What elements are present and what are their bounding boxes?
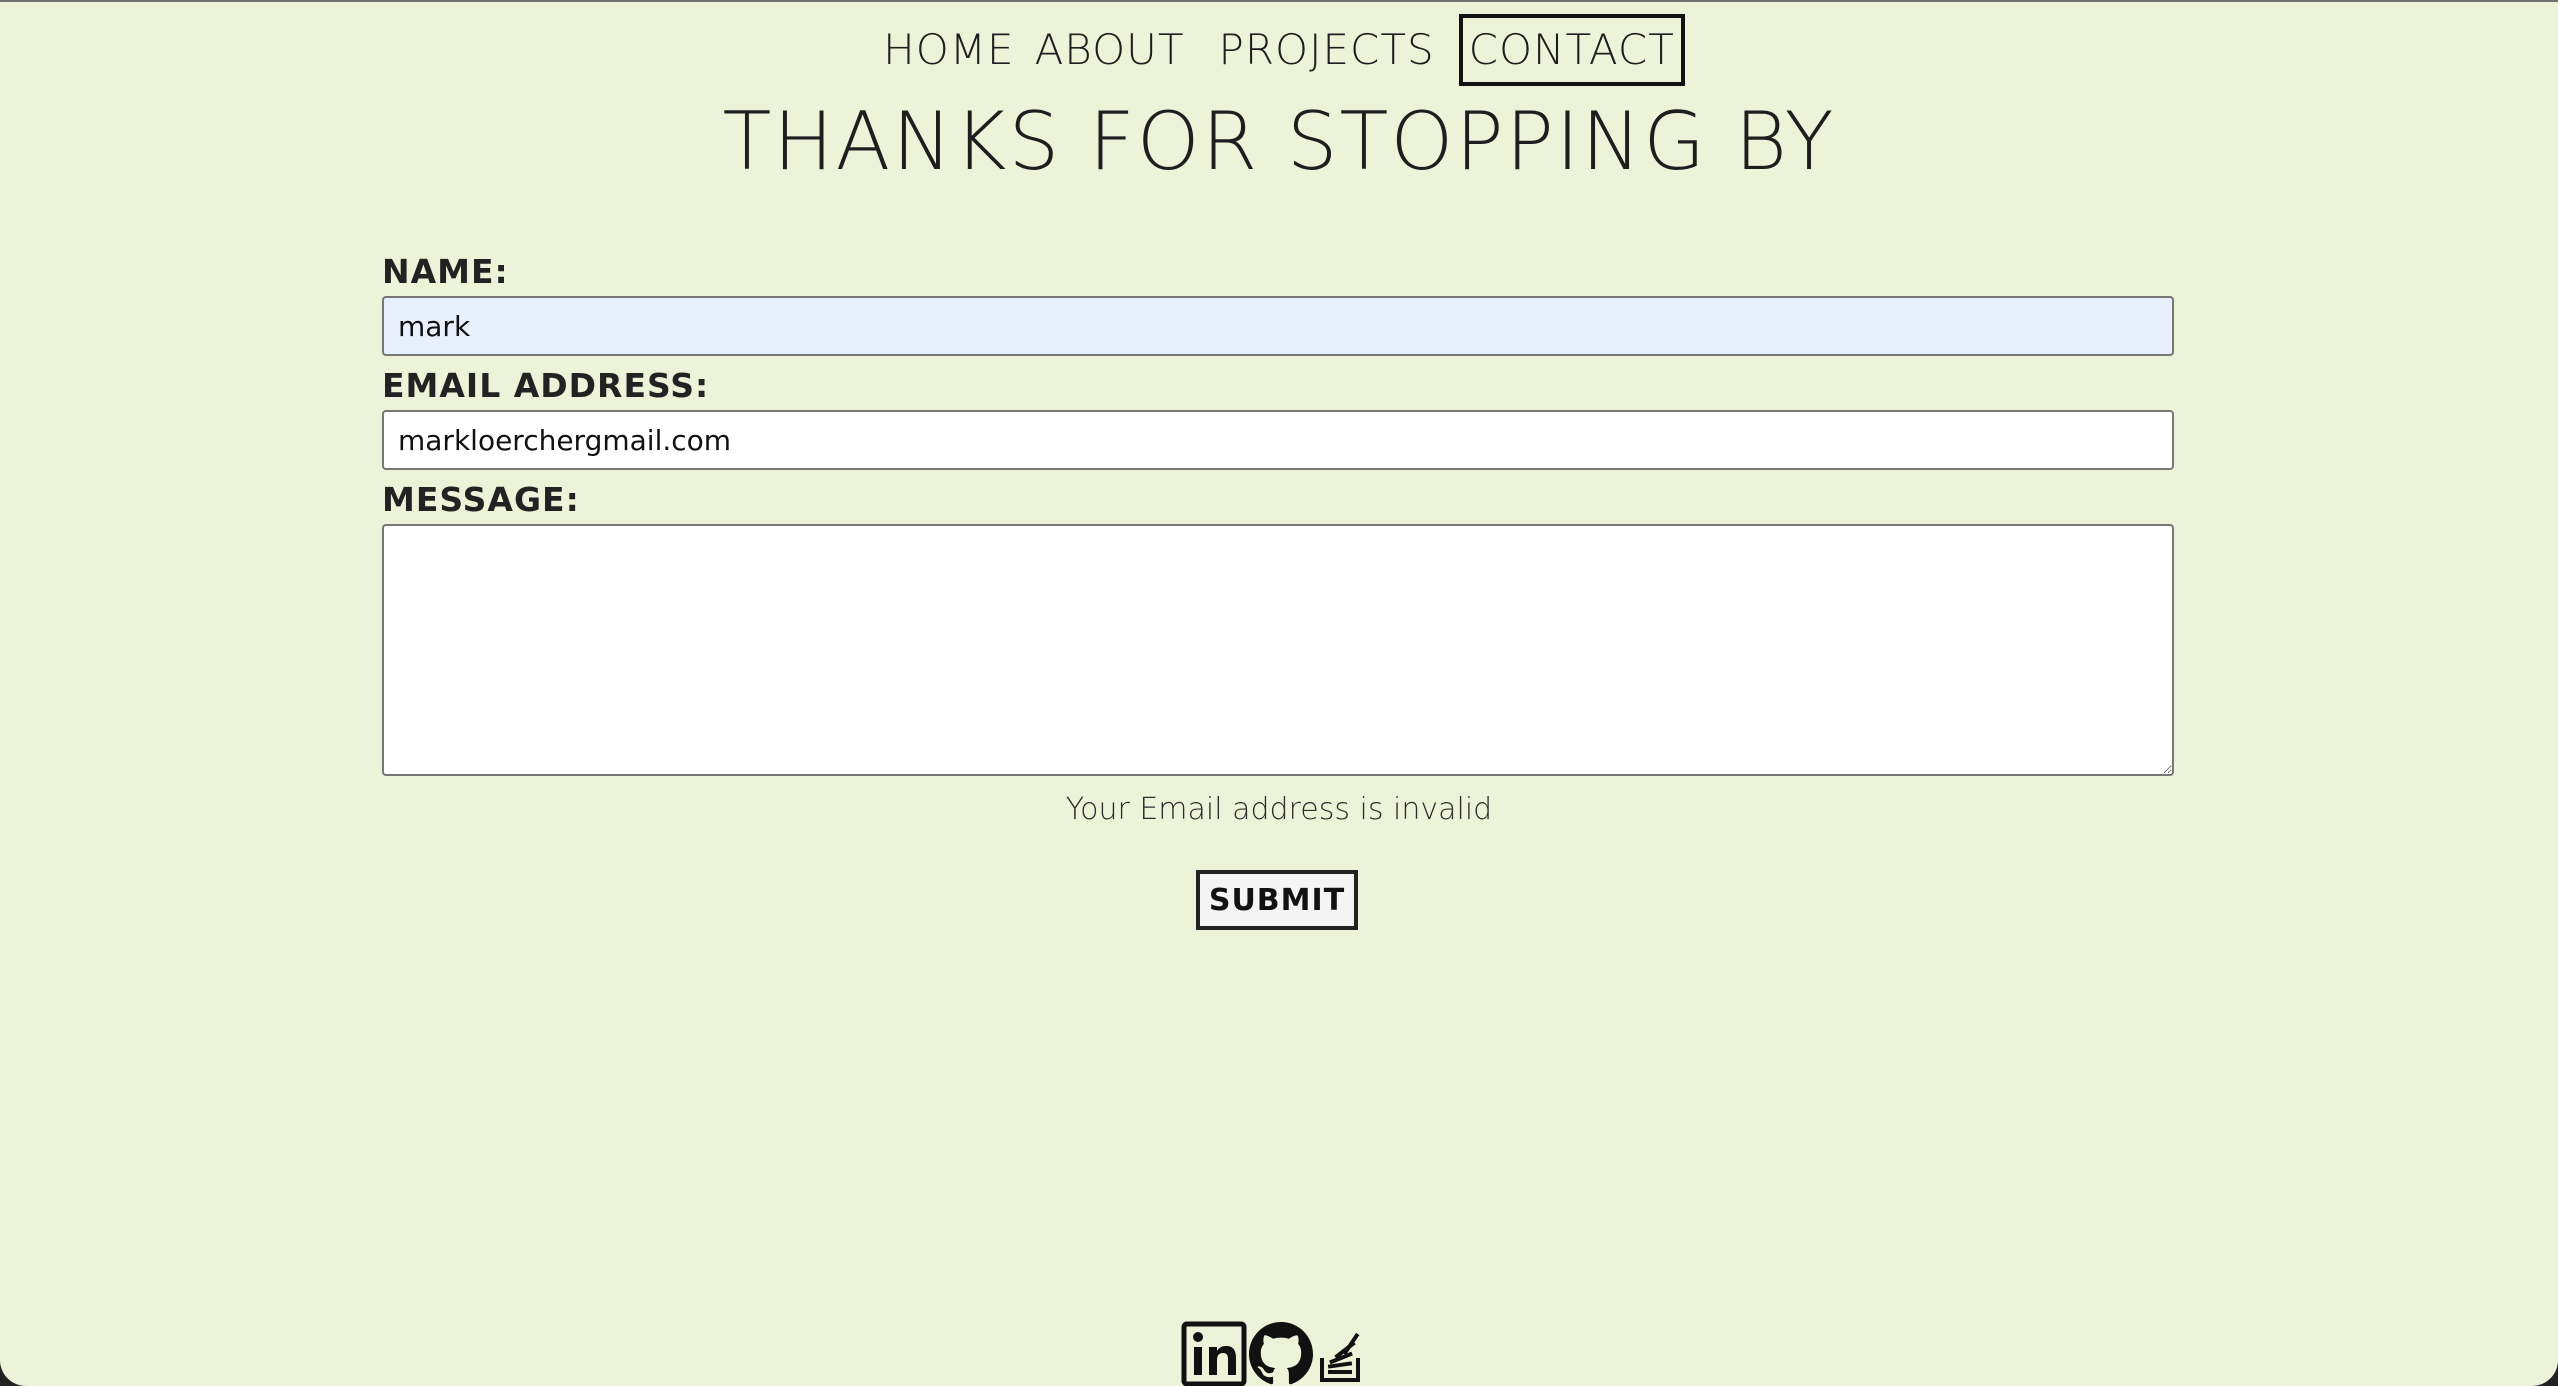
name-input[interactable]	[382, 296, 2174, 356]
page-title: THANKS FOR STOPPING BY	[722, 95, 1836, 188]
nav-about-link[interactable]: ABOUT	[1025, 15, 1195, 85]
email-label: EMAIL ADDRESS:	[382, 366, 710, 405]
message-label: MESSAGE:	[382, 480, 580, 519]
nav-contact-link[interactable]: CONTACT	[1458, 14, 1685, 86]
nav-projects-link[interactable]: PROJECTS	[1209, 15, 1445, 85]
email-input[interactable]	[382, 410, 2174, 470]
main-nav: HOME ABOUT PROJECTS CONTACT	[0, 14, 2558, 86]
email-error-message: Your Email address is invalid	[1065, 792, 1493, 827]
name-label: NAME:	[382, 252, 509, 291]
social-links	[1180, 1320, 1368, 1386]
submit-button[interactable]: SUBMIT	[1196, 870, 1358, 930]
contact-page: HOME ABOUT PROJECTS CONTACT THANKS FOR S…	[0, 0, 2558, 1386]
message-textarea[interactable]	[382, 524, 2174, 776]
contact-form: NAME: EMAIL ADDRESS: MESSAGE:	[382, 248, 2174, 776]
stackoverflow-icon[interactable]	[1314, 1320, 1368, 1386]
github-icon[interactable]	[1248, 1320, 1314, 1386]
nav-home-link[interactable]: HOME	[873, 15, 1024, 85]
linkedin-icon[interactable]	[1180, 1320, 1248, 1386]
